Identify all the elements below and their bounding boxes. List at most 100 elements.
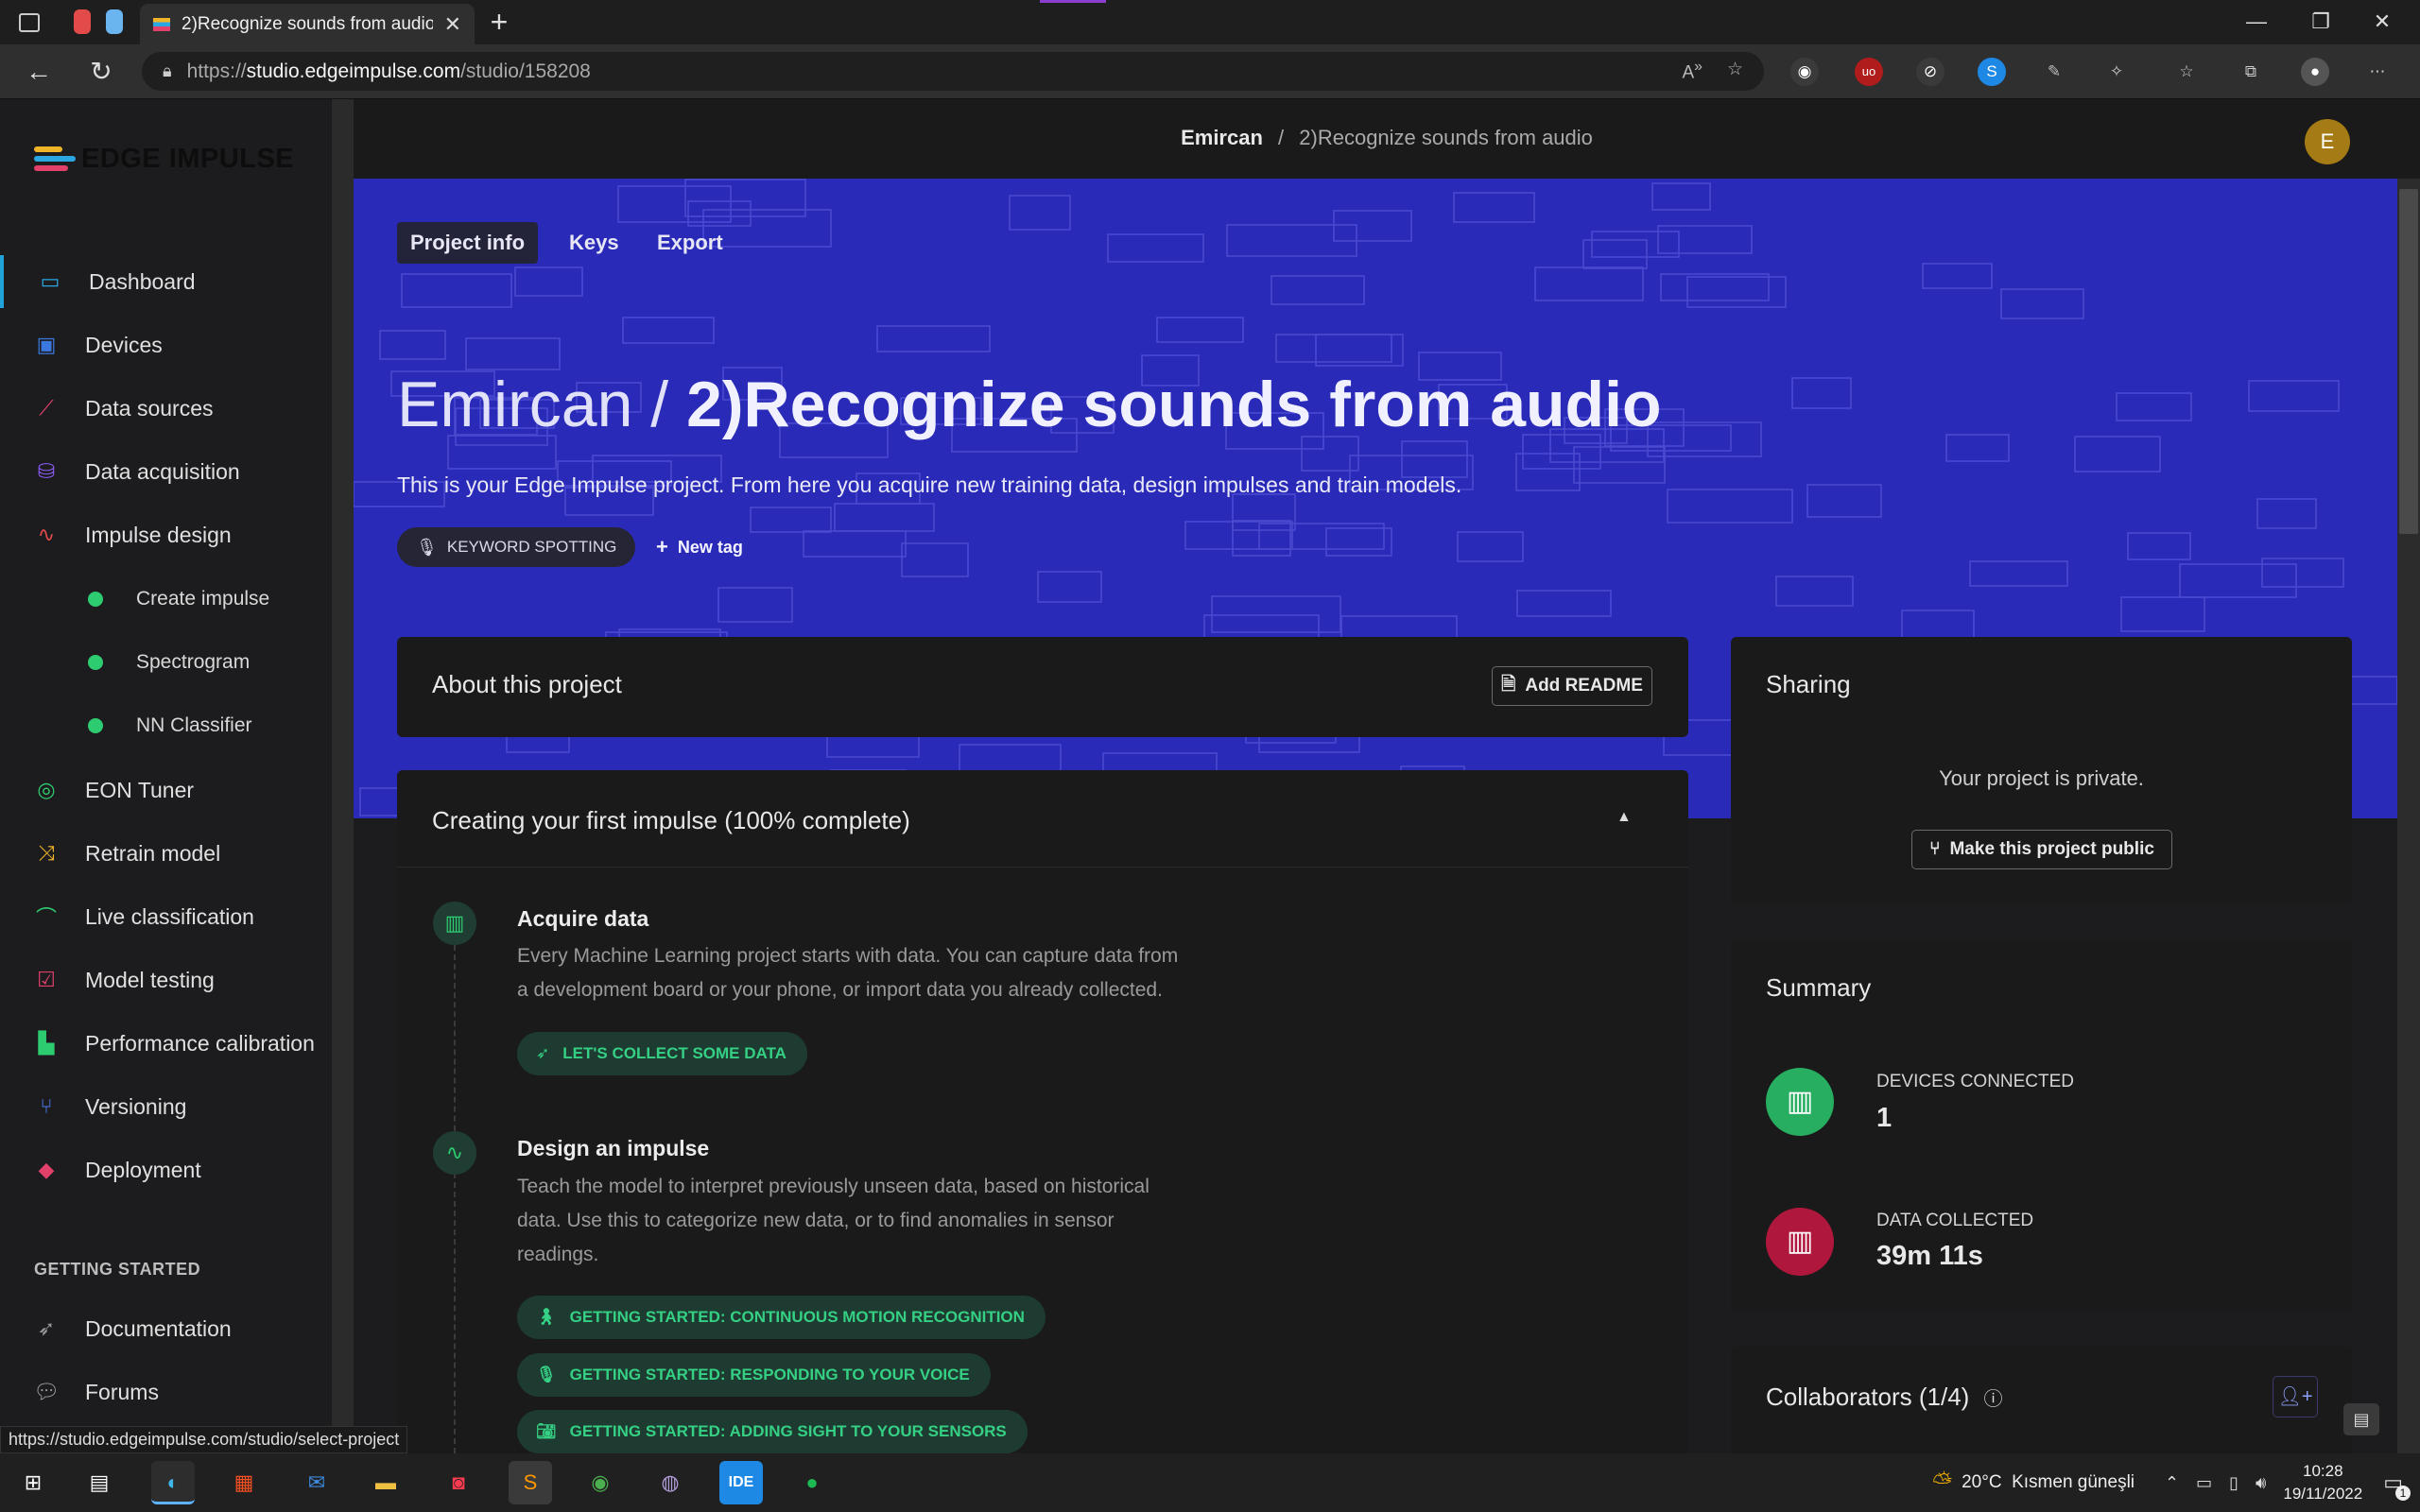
chrome-icon[interactable]: ◉ (579, 1461, 622, 1504)
sidebar-item-data-sources[interactable]: ⟋ Data sources (0, 382, 332, 435)
sidebar-item-retrain-model[interactable]: ⤨ Retrain model (0, 827, 332, 880)
mail-icon[interactable]: ✉ (295, 1461, 338, 1504)
weather-text[interactable]: 20°C Kısmen güneşli (1962, 1472, 2135, 1493)
refresh-icon[interactable]: ↻ (85, 56, 117, 88)
address-bar[interactable]: 🔒︎ https:// studio.edgeimpulse.com /stud… (142, 52, 1764, 91)
sidebar-item-impulse-design[interactable]: ∿ Impulse design (0, 508, 332, 561)
discord-icon[interactable]: ◙ (437, 1461, 480, 1504)
shuffle-icon: ⤨ (38, 841, 55, 865)
circuit-rect (2127, 532, 2191, 560)
getting-started-motion-button[interactable]: 🚶︎ GETTING STARTED: CONTINUOUS MOTION RE… (517, 1296, 1046, 1339)
back-icon[interactable]: ← (23, 56, 55, 88)
sidebar-subitem-spectrogram[interactable]: Spectrogram (0, 639, 332, 686)
extension-translate-icon[interactable]: ⊘ (1916, 58, 1945, 86)
make-public-button[interactable]: ⑂ Make this project public (1911, 830, 2172, 869)
sidebar-subitem-create-impulse[interactable]: Create impulse (0, 576, 332, 623)
read-aloud-icon[interactable]: A» (1682, 59, 1703, 83)
ublock-extension-icon[interactable]: uo (1855, 58, 1883, 86)
notification-count: 1 (2395, 1486, 2411, 1501)
sidebar-item-versioning[interactable]: ⑂ Versioning (0, 1080, 332, 1133)
sidebar-item-documentation[interactable]: ➶ Documentation (0, 1302, 332, 1355)
close-window-button[interactable]: ✕ (2363, 8, 2401, 36)
notification-center-icon[interactable]: ▭ 1 (2383, 1470, 2411, 1501)
battery-icon[interactable]: ▯ (2229, 1473, 2238, 1493)
maximize-button[interactable]: ❐ (2302, 8, 2340, 36)
tab-keys[interactable]: Keys (556, 222, 632, 264)
help-icon[interactable]: ⓘ (1984, 1389, 2003, 1410)
first-impulse-title: Creating your first impulse (100% comple… (432, 806, 910, 834)
sidebar-item-devices[interactable]: ▣ Devices (0, 318, 332, 371)
make-public-label: Make this project public (1949, 839, 2154, 859)
tab-close-icon[interactable]: ✕ (444, 12, 461, 37)
sidebar-item-dashboard[interactable]: ▭ Dashboard (0, 255, 332, 308)
github-icon[interactable]: ◍ (648, 1461, 692, 1504)
circuit-rect (2074, 436, 2161, 472)
sublime-text-icon[interactable]: S (509, 1461, 552, 1504)
summary-title: Summary (1766, 973, 1872, 1002)
sidebar-item-deployment[interactable]: ◆ Deployment (0, 1143, 332, 1196)
sidebar-item-live-classification[interactable]: ⌒ Live classification (0, 890, 332, 943)
sidebar-item-label: Forums (85, 1379, 159, 1404)
collections-icon[interactable]: ⧉ (2237, 58, 2265, 86)
sidebar-item-performance-calibration[interactable]: ▙ Performance calibration (0, 1017, 332, 1070)
clock[interactable]: 10:28 19/11/2022 (2283, 1460, 2362, 1505)
circuit-rect (1107, 233, 1204, 263)
user-plus-icon: 👤︎+ (2277, 1386, 2313, 1407)
favorite-star-icon[interactable]: ☆ (1727, 59, 1743, 83)
getting-started-voice-button[interactable]: 🎙︎ GETTING STARTED: RESPONDING TO YOUR V… (517, 1353, 991, 1397)
add-collaborator-button[interactable]: 👤︎+ (2273, 1376, 2318, 1418)
sidebar-item-data-acquisition[interactable]: ⛁ Data acquisition (0, 445, 332, 498)
microsoft-store-icon[interactable]: ▦ (222, 1461, 266, 1504)
ide-icon[interactable]: IDE (719, 1461, 763, 1504)
collapse-caret-icon[interactable]: ▲ (1616, 809, 1632, 826)
sidebar-item-model-testing[interactable]: ☑ Model testing (0, 954, 332, 1006)
windows-start-icon[interactable]: ⊞ (11, 1461, 55, 1504)
tab-actions-icon[interactable] (19, 13, 40, 32)
favorites-icon[interactable]: ☆ (2172, 58, 2201, 86)
sidebar-item-eon-tuner[interactable]: ◎ EON Tuner (0, 764, 332, 816)
circuit-rect (1922, 263, 1993, 289)
spotify-icon[interactable]: ● (790, 1461, 834, 1504)
network-icon[interactable]: ▭ (2196, 1473, 2212, 1493)
new-tab-button[interactable]: + (482, 6, 516, 40)
minimize-button[interactable]: — (2238, 8, 2275, 36)
browser-tab-bar: 2)Recognize sounds from audio ✕ + — ❐ ✕ (0, 0, 2420, 44)
workspace-blue-icon[interactable] (106, 9, 123, 34)
tab-export[interactable]: Export (644, 222, 736, 264)
extension-glasses-icon[interactable]: ◉ (1790, 58, 1819, 86)
file-explorer-icon[interactable]: ▬ (364, 1461, 407, 1504)
circuit-rect (1657, 225, 1753, 254)
sidebar-scrollbar[interactable] (332, 99, 354, 1453)
circuit-rect (1667, 489, 1793, 524)
edge-browser-icon[interactable]: ◐ (151, 1461, 195, 1504)
circuit-rect (1791, 377, 1852, 409)
page-scrollbar-thumb[interactable] (2399, 189, 2418, 534)
sidebar-subitem-nn-classifier[interactable]: NN Classifier (0, 702, 332, 749)
volume-icon[interactable]: 🔊︎ (2256, 1473, 2266, 1493)
link-status-bar: https://studio.edgeimpulse.com/studio/se… (0, 1426, 408, 1453)
extension-feather-icon[interactable]: ✎ (2040, 58, 2068, 86)
tray-chevron-icon[interactable]: ⌃ (2165, 1473, 2179, 1493)
browser-tab-active[interactable]: 2)Recognize sounds from audio ✕ (140, 4, 475, 44)
feedback-chat-icon[interactable]: ▤ (2343, 1403, 2379, 1435)
circuit-rect (1184, 521, 1293, 550)
microphone-icon: 🎙︎ (416, 537, 438, 557)
collect-data-button[interactable]: ➶ LET'S COLLECT SOME DATA (517, 1032, 807, 1075)
tab-project-info[interactable]: Project info (397, 222, 539, 264)
button-label: GETTING STARTED: RESPONDING TO YOUR VOIC… (569, 1366, 970, 1383)
microphone-icon: 🎙︎ (536, 1366, 557, 1383)
more-menu-icon[interactable]: ⋯ (2363, 58, 2392, 86)
add-readme-button[interactable]: 🗎 Add README (1492, 666, 1652, 706)
user-avatar[interactable]: E (2305, 119, 2350, 164)
keyword-spotting-tag[interactable]: 🎙︎ KEYWORD SPOTTING (397, 527, 636, 567)
breadcrumb-owner[interactable]: Emircan (1181, 126, 1263, 149)
profile-avatar-icon[interactable]: ● (2301, 58, 2329, 86)
workspace-red-icon[interactable] (74, 9, 91, 34)
edge-impulse-logo[interactable]: EDGE IMPULSE (34, 143, 294, 175)
task-view-icon[interactable]: ▤ (78, 1461, 121, 1504)
sidebar-item-forums[interactable]: 💬︎ Forums (0, 1366, 332, 1418)
new-tag-button[interactable]: + New tag (656, 527, 743, 567)
extensions-puzzle-icon[interactable]: ✧ (2102, 58, 2131, 86)
getting-started-sight-button[interactable]: 📷︎ GETTING STARTED: ADDING SIGHT TO YOUR… (517, 1410, 1028, 1453)
shazam-extension-icon[interactable]: S (1978, 58, 2006, 86)
